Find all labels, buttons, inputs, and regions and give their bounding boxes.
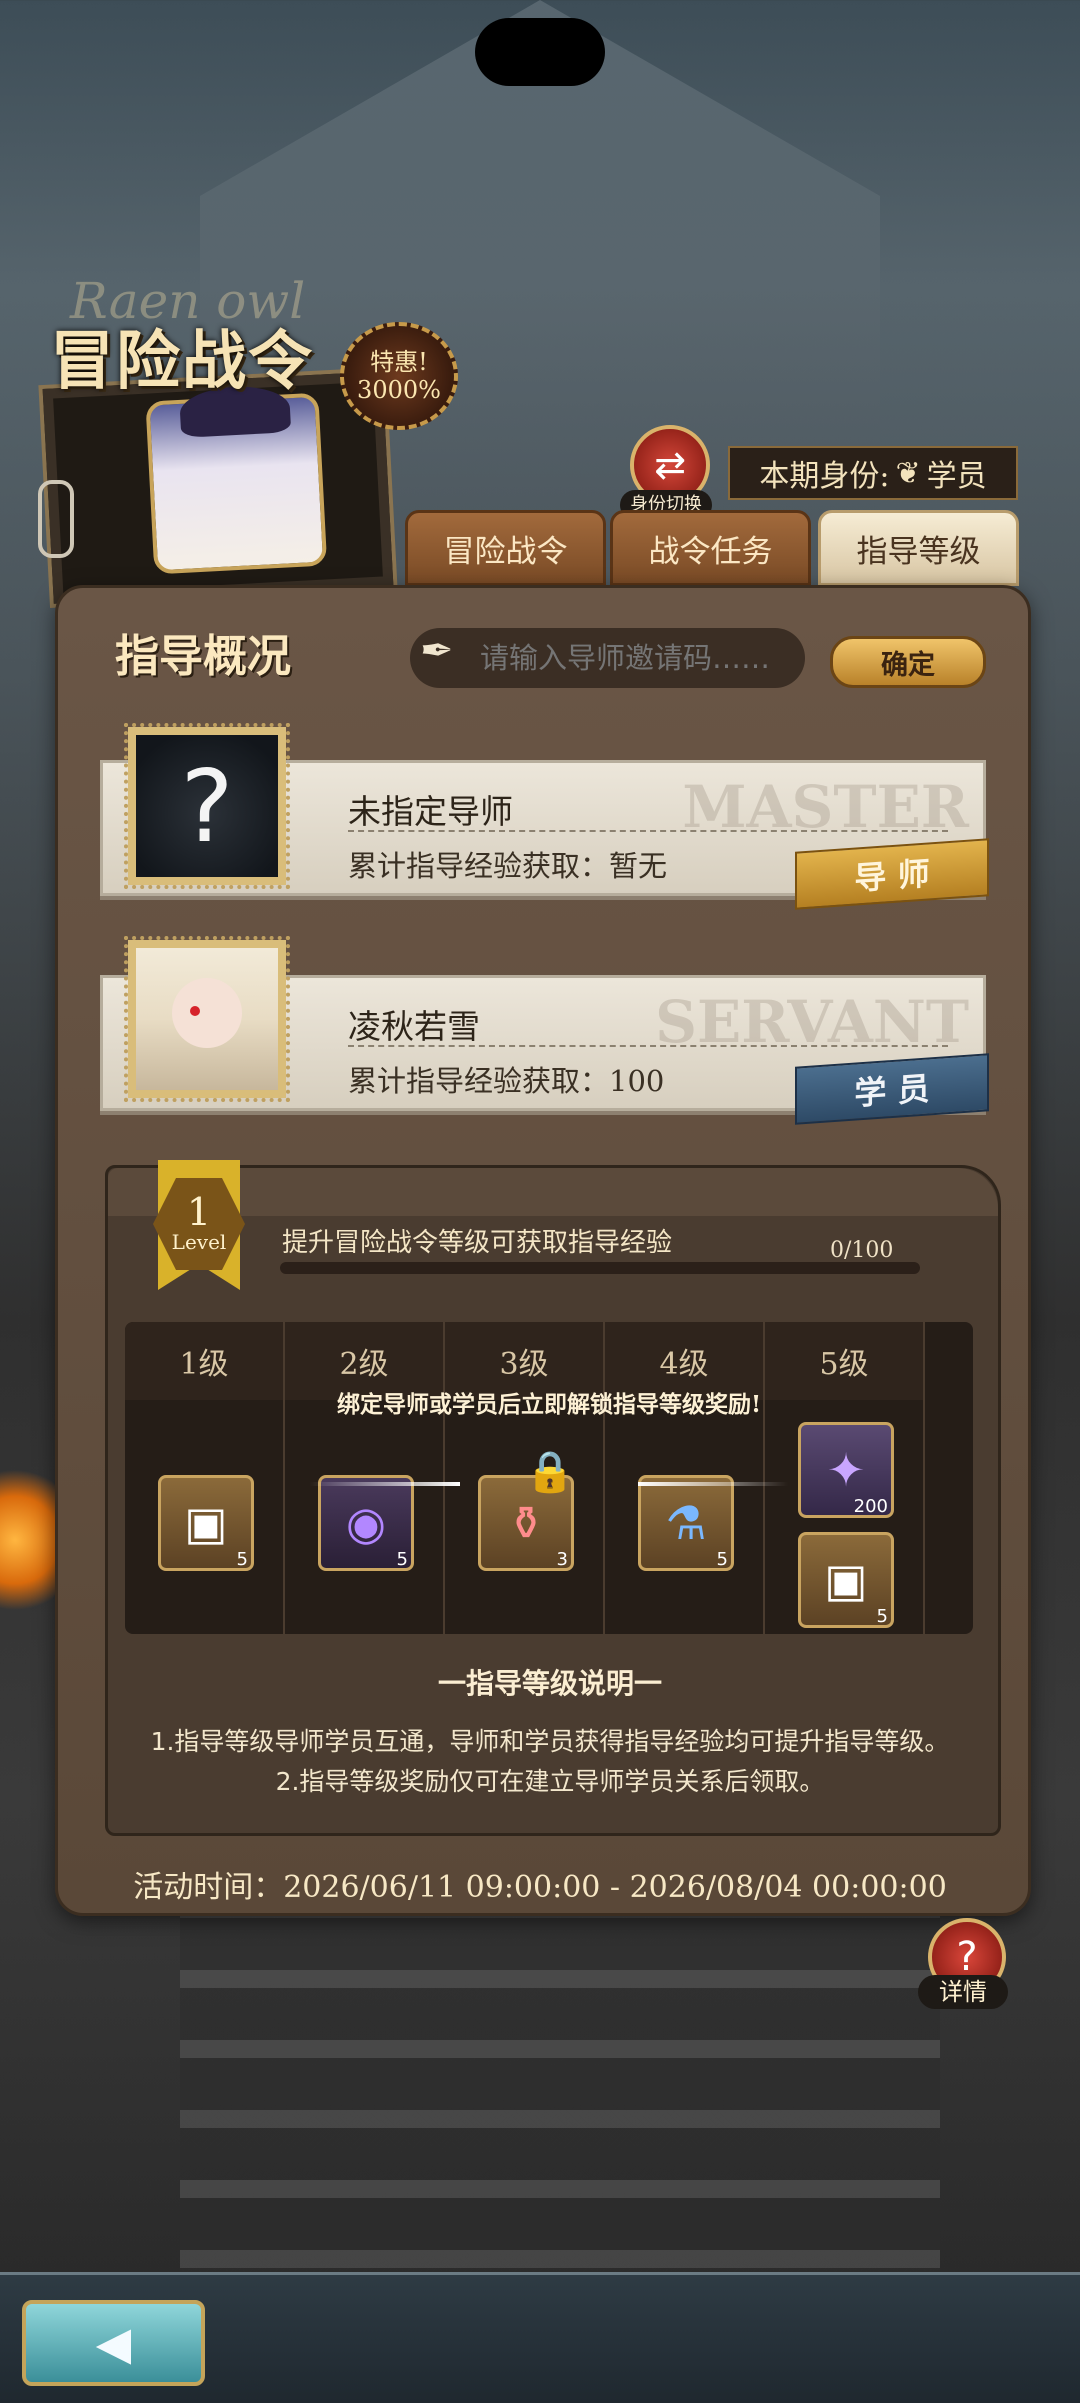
reward-qty: 200 xyxy=(853,1496,888,1517)
player-avatar xyxy=(145,392,328,575)
purple-star-crystal-icon: ✦ xyxy=(826,1443,866,1497)
mentor-divider xyxy=(348,830,948,832)
purple-orb-icon: ◉ xyxy=(345,1496,387,1550)
potion-vial-icon: ⚱ xyxy=(506,1496,546,1550)
note-line-1: 1.指导等级导师学员互通，导师和学员获得指导经验均可提升指导等级。 xyxy=(150,1727,950,1756)
note-line-2: 2.指导等级奖励仅可在建立导师学员关系后领取。 xyxy=(275,1767,825,1796)
glow-line-right xyxy=(638,1482,788,1486)
reward-item[interactable]: ▣ 5 xyxy=(158,1475,254,1571)
identity-label: 本期身份: xyxy=(759,459,890,494)
mentor-name: 未指定导师 xyxy=(348,792,513,831)
sale-badge[interactable]: 特惠! 3000% xyxy=(340,322,458,430)
student-divider xyxy=(348,1045,948,1047)
mentor-portrait[interactable]: ? xyxy=(124,723,290,889)
sale-badge-label: 特惠! xyxy=(370,348,428,376)
tab-adventure-pass[interactable]: 冒险战令 xyxy=(405,510,606,586)
swap-arrows-icon: ⇄ xyxy=(654,443,686,487)
level-label: Level xyxy=(171,1230,227,1254)
treasure-chest-icon: ▣ xyxy=(184,1496,228,1550)
student-name: 凌秋若雪 xyxy=(348,1007,480,1046)
reward-item[interactable]: ✦ 200 xyxy=(798,1422,894,1518)
student-portrait[interactable] xyxy=(124,936,290,1102)
question-mark-icon: ? xyxy=(956,1934,978,1980)
exp-progress-bar xyxy=(280,1262,920,1274)
reward-item[interactable]: ⚗ 5 xyxy=(638,1475,734,1571)
reward-item[interactable]: ◉ 5 xyxy=(318,1475,414,1571)
background-stairs xyxy=(180,1900,940,2320)
help-label[interactable]: 详情 xyxy=(918,1975,1008,2009)
tab-pass-tasks[interactable]: 战令任务 xyxy=(610,510,811,586)
camera-notch xyxy=(475,18,605,86)
section-title: 指导概况 xyxy=(115,631,291,682)
student-exp: 累计指导经验获取：100 xyxy=(348,1064,665,1098)
reward-qty: 5 xyxy=(876,1606,888,1627)
page-title: 冒险战令 xyxy=(50,324,314,399)
exp-count: 0/100 xyxy=(830,1238,894,1263)
quill-icon: ✒ xyxy=(420,628,454,674)
back-button[interactable]: ◀ xyxy=(22,2300,205,2386)
tab-guidance-level[interactable]: 指导等级 xyxy=(818,510,1019,586)
glow-line-left xyxy=(310,1482,460,1486)
treasure-chest-icon: ▣ xyxy=(824,1553,868,1607)
unlock-hint: 绑定导师或学员后立即解锁指导等级奖励! xyxy=(336,1391,762,1418)
reward-qty: 5 xyxy=(236,1549,248,1570)
notes-title: 一指导等级说明一 xyxy=(437,1667,662,1700)
reward-qty: 5 xyxy=(396,1549,408,1570)
invite-code-input[interactable] xyxy=(410,628,805,688)
mentor-exp: 累计指导经验获取：暂无 xyxy=(348,849,668,883)
reward-qty: 3 xyxy=(556,1549,568,1570)
identity-value: 学员 xyxy=(926,459,987,494)
reward-item[interactable]: ▣ 5 xyxy=(798,1532,894,1628)
reward-qty: 5 xyxy=(716,1549,728,1570)
paper-clip-icon xyxy=(38,480,74,558)
player-avatar-frame[interactable] xyxy=(42,371,394,604)
sprout-icon: ❦ xyxy=(895,455,921,491)
lock-icon: 🔒 xyxy=(525,1449,575,1495)
event-period: 活动时间：2026/06/11 09:00:00 - 2026/08/04 00… xyxy=(133,1870,947,1905)
exp-hint: 提升冒险战令等级可获取指导经验 xyxy=(282,1228,673,1258)
back-arrow-icon: ◀ xyxy=(95,2316,132,2370)
identity-display: 本期身份: ❦ 学员 xyxy=(728,446,1018,500)
sale-badge-percent: 3000% xyxy=(357,376,441,404)
question-mark-icon: ? xyxy=(180,747,234,865)
confirm-button[interactable]: 确定 xyxy=(830,636,986,688)
level-number: 1 xyxy=(186,1190,212,1234)
blue-flask-icon: ⚗ xyxy=(665,1496,707,1550)
